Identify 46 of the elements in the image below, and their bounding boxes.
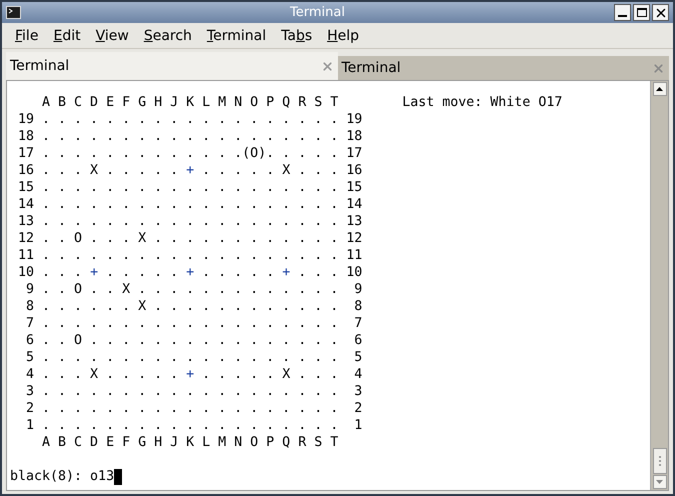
terminal-line: 8 . . . . . . X . . . . . . . . . . . . 8 [25,298,362,315]
scroll-thumb[interactable] [652,448,666,474]
terminal-line: 7 . . . . . . . . . . . . . . . . . . . 7 [25,315,362,332]
terminal-line: 10 . . . + . . . . . + . . . . . + . . . 10 [17,264,362,281]
menu-item[interactable]: View [88,28,136,42]
command-prompt: black(8): o13 [10,468,114,485]
terminal-line: 2 . . . . . . . . . . . . . . . . . . . 2 [25,400,362,417]
terminal-line: 16 . . . X . . . . . + . . . . . X . . . 16 [17,162,362,179]
terminal-line: 11 . . . . . . . . . . . . . . . . . . . 11 [17,247,362,264]
scroll-down-button[interactable] [652,475,666,489]
terminal-line: 19 . . . . . . . . . . . . . . . . . . . 19 [17,111,362,128]
close-tab-icon[interactable] [320,60,334,72]
last-move-text: Last move: White O17 [402,94,562,111]
terminal-line: A B C D E F G H J K L M N O P Q R S T [41,94,338,111]
terminal-line: 17 . . . . . . . . . . . . .(O). . . . . 17 [17,145,362,162]
menu-item[interactable]: Search [136,28,199,42]
minimize-button[interactable] [614,4,631,21]
close-button[interactable] [652,4,669,21]
window-title: Terminal [290,6,345,19]
terminal-line: 13 . . . . . . . . . . . . . . . . . . . 13 [17,213,362,230]
terminal-line: 4 . . . X . . . . . + . . . . . X . . . 4 [25,366,362,383]
up-arrow-icon [656,87,663,91]
terminal-line: 15 . . . . . . . . . . . . . . . . . . . 15 [17,179,362,196]
close-tab-icon[interactable] [652,62,665,74]
menu-item[interactable]: Help [320,28,366,42]
terminal-line: A B C D E F G H J K L M N O P Q R S T [41,434,338,451]
menu-item[interactable]: Tabs [274,28,320,42]
text-cursor [114,468,122,484]
terminal-line: 12 . . O . . . X . . . . . . . . . . . . 12 [17,230,362,247]
terminal-line: 14 . . . . . . . . . . . . . . . . . . . 14 [17,196,362,213]
terminal-icon [6,6,21,19]
terminal-line: 3 . . . . . . . . . . . . . . . . . . . 3 [25,383,362,400]
terminal-line: 1 . . . . . . . . . . . . . . . . . . . 1 [25,417,362,434]
scroll-up-button[interactable] [652,82,666,96]
menu-item[interactable]: Terminal [200,28,274,42]
maximize-button[interactable] [633,4,650,21]
down-arrow-icon [656,480,663,484]
tab[interactable]: Terminal [338,56,669,80]
terminal-line: 9 . . O . . X . . . . . . . . . . . . . 9 [25,281,362,298]
scrollbar[interactable] [650,81,668,490]
tab[interactable]: Terminal [6,52,338,80]
menu-item[interactable]: File [8,28,46,42]
terminal-line: 18 . . . . . . . . . . . . . . . . . . . 18 [17,128,362,145]
menu-item[interactable]: Edit [46,28,88,42]
terminal-line: 6 . . O . . . . . . . . . . . . . . . . 6 [25,332,362,349]
terminal-line: 5 . . . . . . . . . . . . . . . . . . . 5 [25,349,362,366]
